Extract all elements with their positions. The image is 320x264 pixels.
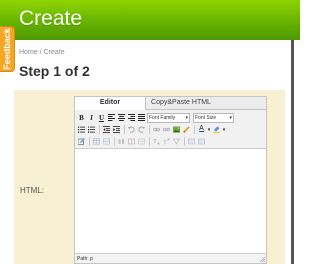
- header-title: Create: [19, 7, 83, 30]
- align-right-icon: [128, 114, 135, 121]
- split-cells-icon: [138, 138, 145, 145]
- toolbar-separator: [184, 137, 185, 146]
- edit-button[interactable]: [77, 137, 86, 146]
- edit-icon: [78, 138, 85, 145]
- merge-cells-button[interactable]: [127, 137, 136, 146]
- font-size-value: Font Size: [195, 114, 217, 121]
- bullet-list-button[interactable]: [77, 125, 86, 134]
- align-center-icon: [118, 114, 125, 121]
- indent-icon: [113, 126, 120, 133]
- undo-button[interactable]: [127, 125, 136, 134]
- fullscreen-button[interactable]: [187, 137, 196, 146]
- breadcrumb-current: Create: [43, 49, 65, 56]
- editor-path: Path: p: [77, 256, 93, 262]
- highlight-color-icon: [213, 126, 220, 133]
- feedback-label: Feedback: [2, 28, 12, 70]
- source-button[interactable]: [172, 137, 181, 146]
- font-family-value: Font Family: [149, 114, 176, 121]
- table-row-button[interactable]: [102, 137, 111, 146]
- image-icon: [173, 126, 180, 133]
- table-button[interactable]: [92, 137, 101, 146]
- source-icon: [173, 138, 180, 145]
- page-right-edge: [291, 40, 300, 264]
- chevron-down-icon: ▾: [185, 114, 188, 121]
- toolbar-separator: [149, 137, 150, 146]
- align-left-button[interactable]: [107, 113, 116, 122]
- redo-icon: [138, 126, 145, 133]
- underline-button[interactable]: U: [97, 113, 106, 122]
- table-column-button[interactable]: [117, 137, 126, 146]
- column-icon: [118, 139, 124, 144]
- superscript-icon: [163, 138, 170, 145]
- outdent-button[interactable]: [102, 125, 111, 134]
- breadcrumb: Home / Create: [19, 49, 65, 56]
- page-header: Create: [0, 0, 300, 40]
- justify-icon: [138, 114, 145, 121]
- bullet-list-icon: [78, 126, 85, 133]
- undo-icon: [128, 126, 135, 133]
- table-icon: [93, 138, 100, 145]
- breadcrumb-home-link[interactable]: Home: [19, 49, 38, 56]
- rich-text-editor: Editor Copy&Paste HTML B I U Font Family…: [74, 96, 267, 264]
- preview-button[interactable]: [197, 137, 206, 146]
- numbered-list-icon: [88, 126, 95, 133]
- justify-button[interactable]: [137, 113, 146, 122]
- align-left-icon: [108, 114, 115, 121]
- tab-editor[interactable]: Editor: [75, 97, 146, 110]
- page-title: Step 1 of 2: [19, 63, 90, 79]
- fullscreen-icon: [188, 138, 195, 145]
- outdent-icon: [103, 126, 110, 133]
- chevron-down-icon: ▾: [229, 114, 232, 121]
- toolbar-row-3: [77, 136, 207, 147]
- link-button[interactable]: [152, 125, 161, 134]
- editor-toolbar: B I U Font Family ▾ Font Size ▾ A ▾ ▾: [75, 110, 266, 149]
- font-family-select[interactable]: Font Family ▾: [147, 112, 190, 123]
- editor-content-area[interactable]: [75, 149, 266, 253]
- toolbar-separator: [149, 125, 150, 134]
- merge-cells-icon: [128, 138, 135, 145]
- unlink-icon: [163, 127, 170, 132]
- highlight-color-dropdown[interactable]: ▾: [222, 125, 226, 134]
- link-icon: [153, 127, 160, 132]
- redo-button[interactable]: [137, 125, 146, 134]
- feedback-tab[interactable]: Feedback: [0, 26, 15, 72]
- subscript-icon: [153, 139, 160, 145]
- toolbar-separator: [99, 125, 100, 134]
- toolbar-separator: [194, 125, 195, 134]
- highlight-color-button[interactable]: [212, 125, 221, 134]
- align-right-button[interactable]: [127, 113, 136, 122]
- unlink-button[interactable]: [162, 125, 171, 134]
- superscript-button[interactable]: [162, 137, 171, 146]
- cleanup-button[interactable]: [182, 125, 191, 134]
- cleanup-icon: [183, 126, 190, 133]
- editor-status-bar: Path: p: [75, 253, 266, 263]
- text-color-icon: A: [199, 125, 204, 132]
- split-cells-button[interactable]: [137, 137, 146, 146]
- resize-handle-icon[interactable]: [259, 256, 265, 262]
- toolbar-row-2: A ▾ ▾: [77, 124, 227, 135]
- insert-image-button[interactable]: [172, 125, 181, 134]
- row-icon: [103, 138, 110, 145]
- italic-button[interactable]: I: [87, 113, 96, 122]
- bold-button[interactable]: B: [77, 113, 86, 122]
- breadcrumb-separator: /: [39, 49, 42, 56]
- html-field-label: HTML:: [20, 186, 44, 195]
- toolbar-row-1: B I U Font Family ▾ Font Size ▾: [77, 112, 237, 123]
- toolbar-separator: [124, 125, 125, 134]
- text-color-button[interactable]: A: [197, 125, 206, 134]
- numbered-list-button[interactable]: [87, 125, 96, 134]
- preview-icon: [198, 138, 205, 145]
- editor-tabs: Editor Copy&Paste HTML: [75, 97, 266, 110]
- align-center-button[interactable]: [117, 113, 126, 122]
- tab-copy-paste-html[interactable]: Copy&Paste HTML: [146, 97, 216, 109]
- subscript-button[interactable]: [152, 137, 161, 146]
- text-color-dropdown[interactable]: ▾: [207, 125, 211, 134]
- toolbar-separator: [89, 137, 90, 146]
- font-size-select[interactable]: Font Size ▾: [193, 112, 234, 123]
- toolbar-separator: [114, 137, 115, 146]
- indent-button[interactable]: [112, 125, 121, 134]
